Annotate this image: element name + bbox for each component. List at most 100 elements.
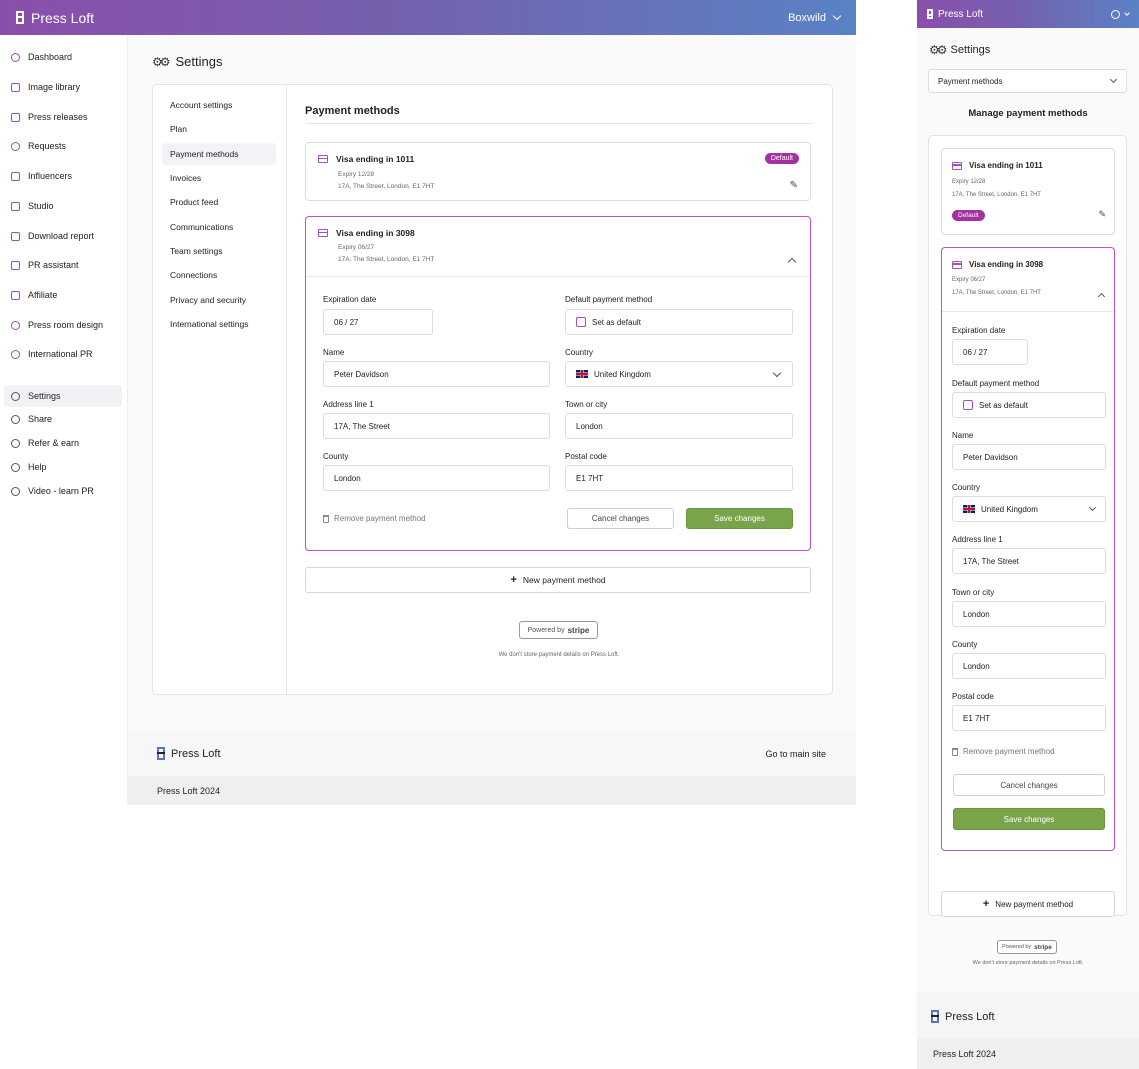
settings-nav-team-settings[interactable]: Team settings bbox=[162, 240, 276, 262]
settings-section-select[interactable]: Payment methods bbox=[928, 69, 1127, 93]
address-label: Address line 1 bbox=[323, 400, 374, 409]
settings-nav-product-feed[interactable]: Product feed bbox=[162, 191, 276, 213]
default-badge: Default bbox=[952, 210, 985, 221]
name-label: Name bbox=[952, 431, 974, 440]
county-input[interactable]: London bbox=[952, 653, 1106, 679]
expiration-input[interactable]: 06 / 27 bbox=[952, 339, 1028, 365]
footer-copyright: Press Loft 2024 bbox=[128, 776, 856, 805]
new-payment-method-text: New payment method bbox=[995, 899, 1074, 909]
default-badge: Default bbox=[764, 153, 799, 164]
sidebar-item-image-library[interactable]: Image library bbox=[4, 76, 122, 98]
brand-logo[interactable]: Press Loft bbox=[927, 9, 983, 20]
sidebar-item-international-pr[interactable]: International PR bbox=[4, 343, 122, 365]
remove-payment-method-link[interactable]: Remove payment method bbox=[952, 747, 1055, 756]
sidebar-item-label: Influencers bbox=[28, 171, 73, 181]
country-value: United Kingdom bbox=[594, 369, 651, 379]
card-expiry: Expiry 12/28 bbox=[338, 171, 375, 178]
sidebar-item-settings[interactable]: Settings bbox=[4, 385, 122, 407]
sparkle-icon bbox=[11, 260, 20, 270]
sidebar-item-label: Studio bbox=[28, 201, 54, 211]
county-input[interactable]: London bbox=[323, 465, 550, 491]
footer: Press Loft Go to main site bbox=[128, 730, 856, 776]
postal-input[interactable]: E1 7HT bbox=[952, 705, 1106, 731]
studio-icon bbox=[11, 201, 20, 211]
town-input[interactable]: London bbox=[565, 413, 793, 439]
save-changes-button[interactable]: Save changes bbox=[686, 508, 793, 529]
sidebar-item-pr-assistant[interactable]: PR assistant bbox=[4, 254, 122, 276]
settings-nav-privacy[interactable]: Privacy and security bbox=[162, 289, 276, 311]
chevron-up-icon[interactable] bbox=[1097, 292, 1106, 301]
user-icon bbox=[1111, 9, 1120, 19]
settings-nav-plan[interactable]: Plan bbox=[162, 118, 276, 140]
new-payment-method-button[interactable]: + New payment method bbox=[941, 891, 1115, 917]
save-changes-button[interactable]: Save changes bbox=[953, 808, 1105, 830]
card-title: Visa ending in 3098 bbox=[318, 228, 415, 238]
country-select[interactable]: United Kingdom bbox=[952, 496, 1106, 522]
address-input[interactable]: 17A, The Street bbox=[952, 548, 1106, 574]
account-name: Boxwild bbox=[788, 11, 826, 24]
name-input[interactable]: Peter Davidson bbox=[952, 444, 1106, 470]
cancel-changes-button[interactable]: Cancel changes bbox=[953, 774, 1105, 796]
settings-nav-communications[interactable]: Communications bbox=[162, 216, 276, 238]
expiration-label: Expiration date bbox=[323, 295, 377, 304]
payment-card-1011[interactable]: Visa ending in 1011 Expiry 12/28 17A, Th… bbox=[305, 142, 811, 201]
set-default-field[interactable]: Set as default bbox=[565, 309, 793, 335]
brand-logo[interactable]: Press Loft bbox=[16, 10, 94, 26]
manage-payment-heading: Manage payment methods bbox=[968, 108, 1088, 119]
settings-nav-payment-methods[interactable]: Payment methods bbox=[162, 143, 276, 165]
go-to-main-site-link[interactable]: Go to main site bbox=[765, 749, 826, 759]
sidebar-item-requests[interactable]: Requests bbox=[4, 135, 122, 157]
card-expiry: Expiry 06/27 bbox=[338, 244, 375, 251]
sidebar-item-download-report[interactable]: Download report bbox=[4, 225, 122, 247]
country-select[interactable]: United Kingdom bbox=[565, 361, 793, 387]
account-menu[interactable] bbox=[1111, 9, 1130, 19]
card-address: 17A, The Street, London, E1 7HT bbox=[338, 256, 435, 263]
footer-brand[interactable]: Press Loft bbox=[931, 1010, 995, 1023]
card-expiry: Expiry 06/27 bbox=[952, 277, 986, 283]
settings-nav-account[interactable]: Account settings bbox=[162, 94, 276, 116]
sidebar-item-video-learn-pr[interactable]: Video - learn PR bbox=[4, 480, 122, 502]
settings-nav-connections[interactable]: Connections bbox=[162, 264, 276, 286]
brand-name: Press Loft bbox=[31, 9, 95, 26]
footer-brand[interactable]: Press Loft bbox=[157, 747, 221, 760]
account-menu[interactable]: Boxwild bbox=[788, 11, 842, 24]
sidebar-item-refer-earn[interactable]: Refer & earn bbox=[4, 432, 122, 454]
expiration-input[interactable]: 06 / 27 bbox=[323, 309, 433, 335]
pencil-icon[interactable]: ✎ bbox=[1098, 209, 1106, 220]
chevron-down-icon bbox=[1088, 503, 1097, 512]
address-input[interactable]: 17A, The Street bbox=[323, 413, 550, 439]
new-payment-method-text: New payment method bbox=[522, 575, 606, 585]
new-payment-method-button[interactable]: + New payment method bbox=[305, 567, 811, 593]
set-default-checkbox[interactable] bbox=[963, 400, 973, 410]
sidebar-item-press-releases[interactable]: Press releases bbox=[4, 106, 122, 128]
town-input[interactable]: London bbox=[952, 601, 1106, 627]
cancel-changes-button[interactable]: Cancel changes bbox=[567, 508, 674, 529]
settings-nav-invoices[interactable]: Invoices bbox=[162, 167, 276, 189]
sidebar-item-share[interactable]: Share bbox=[4, 408, 122, 430]
sidebar-item-influencers[interactable]: Influencers bbox=[4, 165, 122, 187]
sidebar-item-affiliate[interactable]: Affiliate bbox=[4, 284, 122, 306]
remove-text: Remove payment method bbox=[334, 514, 426, 523]
postal-value: E1 7HT bbox=[576, 473, 604, 483]
remove-text: Remove payment method bbox=[963, 747, 1055, 756]
settings-nav-international[interactable]: International settings bbox=[162, 313, 276, 335]
pencil-icon[interactable]: ✎ bbox=[790, 180, 798, 191]
mobile-footer-copyright: Press Loft 2024 bbox=[917, 1038, 1139, 1069]
sidebar-item-label: Press releases bbox=[28, 112, 88, 122]
card-name: Visa ending in 3098 bbox=[969, 260, 1044, 269]
remove-payment-method-link[interactable]: Remove payment method bbox=[323, 514, 426, 523]
set-default-checkbox[interactable] bbox=[576, 317, 586, 327]
postal-input[interactable]: E1 7HT bbox=[565, 465, 793, 491]
sidebar-item-dashboard[interactable]: Dashboard bbox=[4, 46, 122, 68]
chevron-up-icon[interactable] bbox=[787, 257, 797, 267]
sidebar-item-help[interactable]: Help bbox=[4, 456, 122, 478]
trash-icon bbox=[952, 747, 958, 756]
set-default-field[interactable]: Set as default bbox=[952, 392, 1106, 418]
address-value: 17A, The Street bbox=[334, 421, 390, 431]
sidebar-item-label: PR assistant bbox=[28, 260, 79, 270]
payment-card-1011[interactable]: Visa ending in 1011 Expiry 12/28 17A, Th… bbox=[941, 148, 1115, 235]
sidebar-item-studio[interactable]: Studio bbox=[4, 195, 122, 217]
name-input[interactable]: Peter Davidson bbox=[323, 361, 550, 387]
sidebar-item-label: Refer & earn bbox=[28, 438, 80, 448]
sidebar-item-press-room-design[interactable]: Press room design bbox=[4, 314, 122, 336]
